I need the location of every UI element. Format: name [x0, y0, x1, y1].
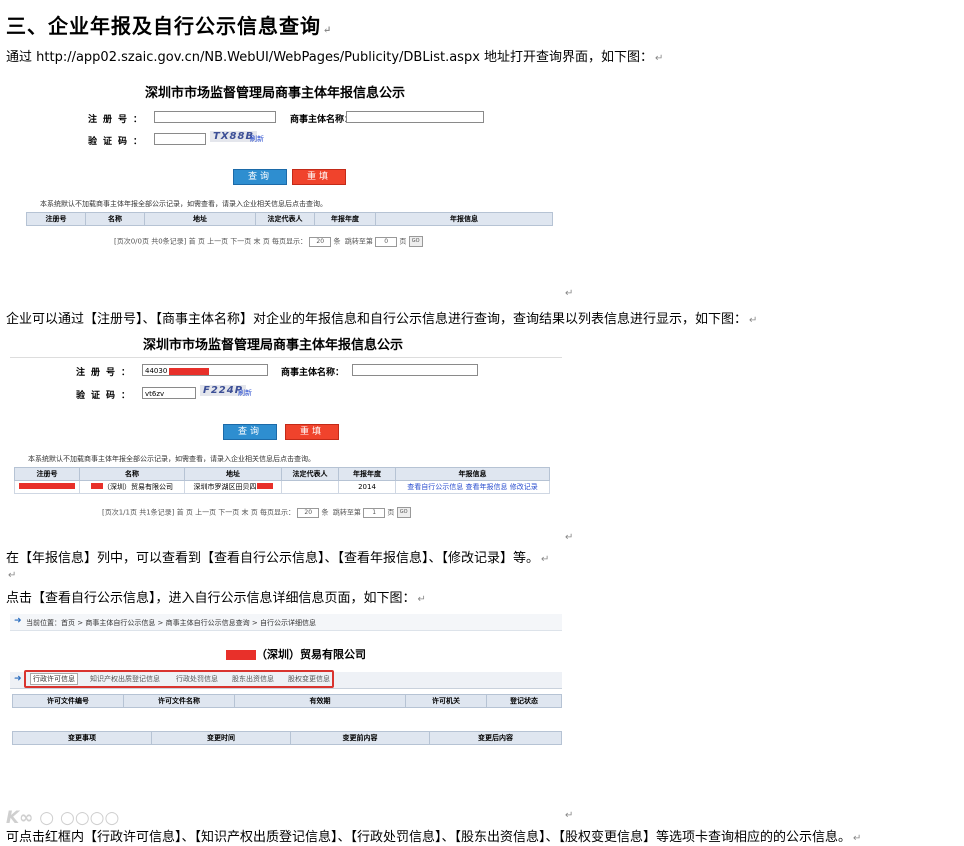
captcha-label: 验证码： [88, 137, 149, 147]
return-mark: ↵ [565, 288, 574, 299]
col-header: 地址 [144, 212, 256, 226]
refresh-link[interactable]: 刷新 [250, 134, 264, 144]
col-header: 注册号 [14, 467, 80, 481]
page-jump-input[interactable]: 0 [375, 236, 398, 247]
paragraph-click: 点击【查看自行公示信息】，进入自行公示信息详细信息页面，如下图： ↵ [6, 591, 426, 606]
go-button[interactable]: GO [408, 236, 423, 247]
col-header: 登记状态 [486, 694, 562, 708]
captcha-input[interactable] [154, 133, 206, 145]
col-header: 变更前内容 [290, 731, 430, 745]
col-header: 年报年度 [314, 212, 376, 226]
cell-address: 深圳市罗湖区田贝四 [184, 480, 282, 494]
screenshot-query-form [10, 74, 562, 259]
col-header: 变更事项 [12, 731, 152, 745]
go-button[interactable]: GO [396, 507, 411, 518]
cell-legal-rep [281, 480, 339, 494]
entity-name-input[interactable] [346, 111, 484, 123]
col-header: 注册号 [26, 212, 86, 226]
change-table: 变更事项 变更时间 变更前内容 变更后内容 [12, 731, 562, 745]
section-heading: 三、企业年报及自行公示信息查询 ↵ [6, 14, 333, 38]
col-header: 年报信息 [395, 467, 550, 481]
captcha-input[interactable]: vt6zv [142, 387, 196, 399]
form-title: 深圳市市场监督管理局商事主体年报信息公示 [143, 338, 404, 353]
cell-name: （深圳）贸易有限公司 [79, 480, 185, 494]
company-title: （深圳）贸易有限公司 [226, 646, 366, 662]
watermark: K∞ ○ ○○○○ [6, 808, 120, 828]
col-header: 年报年度 [338, 467, 396, 481]
view-self-disclosure-link[interactable]: 查看自行公示信息 [407, 483, 463, 491]
results-table-empty: 注册号 名称 地址 法定代表人 年报年度 年报信息 [26, 212, 553, 226]
divider [10, 357, 562, 358]
col-header: 有效期 [234, 694, 406, 708]
col-header: 名称 [85, 212, 145, 226]
col-header: 法定代表人 [281, 467, 339, 481]
return-mark: ↵ [565, 532, 574, 543]
paragraph-annual-info: 在【年报信息】列中，可以查看到【查看自行公示信息】、【查看年报信息】、【修改记录… [6, 551, 550, 566]
reg-no-input[interactable] [154, 111, 276, 123]
col-header: 地址 [184, 467, 282, 481]
cell-year: 2014 [338, 480, 396, 494]
col-header: 变更时间 [151, 731, 291, 745]
refresh-link[interactable]: 刷新 [238, 388, 252, 398]
change-history-link[interactable]: 修改记录 [510, 483, 538, 491]
query-button[interactable]: 查询 [233, 169, 287, 185]
license-table: 许可文件编号 许可文件名称 有效期 许可机关 登记状态 [12, 694, 562, 708]
cell-actions: 查看自行公示信息 查看年报信息 修改记录 [395, 480, 550, 494]
reg-no-label: 注册号： [88, 115, 149, 125]
entity-name-label: 商事主体名称： [290, 115, 354, 125]
return-mark: ↵ [8, 570, 17, 581]
query-button[interactable]: 查询 [223, 424, 277, 440]
page-size-input[interactable]: 20 [309, 236, 332, 247]
entity-name-input[interactable] [352, 364, 478, 376]
col-header: 年报信息 [375, 212, 553, 226]
view-annual-report-link[interactable]: 查看年报信息 [466, 483, 508, 491]
col-header: 变更后内容 [429, 731, 562, 745]
results-table: 注册号 名称 地址 法定代表人 年报年度 年报信息 （深圳）贸易有限公司 深圳市… [14, 467, 550, 494]
page-jump-input[interactable]: 1 [363, 507, 386, 518]
paragraph-query: 企业可以通过【注册号】、【商事主体名称】对企业的年报信息和自行公示信息进行查询，… [6, 312, 758, 327]
captcha-label: 验证码： [76, 391, 137, 401]
reg-no-label: 注册号： [76, 368, 137, 378]
pager: [页次1/1页 共1条记录] 首 页 上一页 下一页 末 页 每页显示： 20 … [102, 507, 411, 518]
table-row: （深圳）贸易有限公司 深圳市罗湖区田贝四 2014 查看自行公示信息 查看年报信… [14, 480, 550, 494]
form-title: 深圳市市场监督管理局商事主体年报信息公示 [145, 86, 406, 101]
paragraph-url: 通过 http://app02.szaic.gov.cn/NB.WebUI/We… [6, 50, 664, 65]
pager: [页次0/0页 共0条记录] 首 页 上一页 下一页 末 页 每页显示： 20 … [114, 236, 423, 247]
col-header: 许可文件编号 [12, 694, 124, 708]
reset-button[interactable]: 重填 [292, 169, 346, 185]
return-mark: ↵ [565, 810, 574, 821]
page-size-input[interactable]: 20 [297, 507, 320, 518]
location-arrow-icon: ➜ [14, 616, 22, 626]
tab-arrow-icon: ➜ [14, 674, 22, 684]
col-header: 名称 [79, 467, 185, 481]
notice-text: 本系统默认不加载商事主体年报全部公示记录，如需查看，请录入企业相关信息后点击查询… [28, 455, 315, 463]
col-header: 许可机关 [405, 694, 487, 708]
col-header: 许可文件名称 [123, 694, 235, 708]
paragraph-tabs: 可点击红框内【行政许可信息】、【知识产权出质登记信息】、【行政处罚信息】、【股东… [6, 830, 862, 845]
reset-button[interactable]: 重填 [285, 424, 339, 440]
entity-name-label: 商事主体名称： [281, 368, 345, 378]
reg-no-input[interactable]: 44030 [142, 364, 268, 376]
breadcrumb: 当前位置：首页 > 商事主体自行公示信息 > 商事主体自行公示信息查询 > 自行… [26, 619, 316, 627]
notice-text: 本系统默认不加载商事主体年报全部公示记录，如需查看，请录入企业相关信息后点击查询… [40, 200, 327, 208]
col-header: 法定代表人 [255, 212, 315, 226]
cell-reg-no [14, 480, 80, 494]
highlight-box [24, 670, 334, 688]
